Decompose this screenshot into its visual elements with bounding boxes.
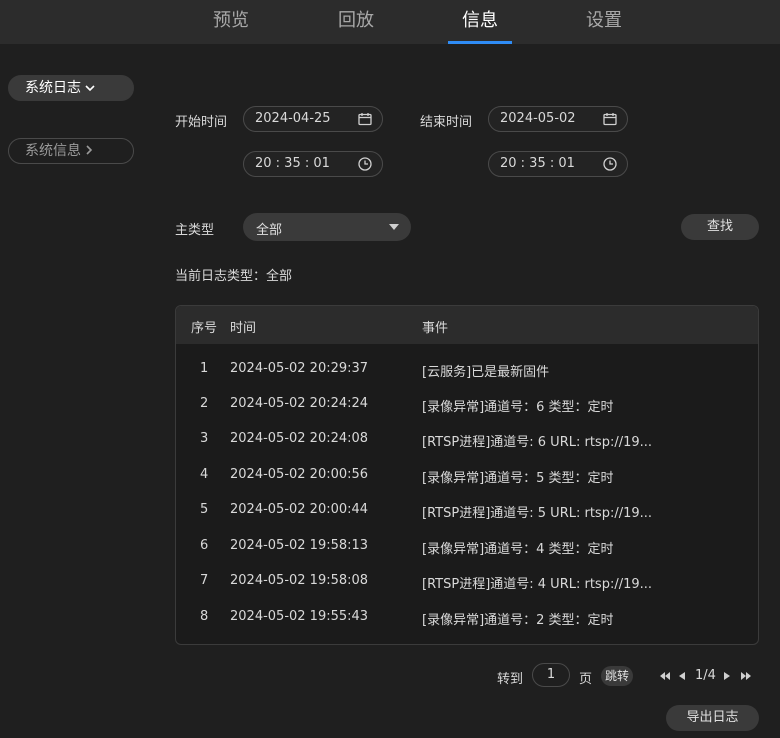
tab-settings[interactable]: 设置 (564, 0, 644, 44)
row-event: [RTSP进程]通道号: 4 URL: rtsp://19... (422, 577, 653, 592)
export-log-button[interactable]: 导出日志 (666, 705, 759, 731)
top-nav-bar: 预览 回放 信息 设置 (0, 0, 780, 44)
end-date-value: 2024-05-02 (500, 111, 576, 126)
log-table: 序号 时间 事件 1 2024-05-02 20:29:37 [云服务]已是最新… (175, 305, 759, 645)
tab-playback[interactable]: 回放 (316, 0, 396, 44)
end-time-label: 结束时间 (420, 115, 473, 130)
row-time: 2024-05-02 19:58:13 (230, 538, 369, 553)
table-row[interactable]: 4 2024-05-02 20:00:56 [录像异常]通道号：5 类型：定时 (176, 459, 758, 494)
row-event: [RTSP进程]通道号: 5 URL: rtsp://19... (422, 506, 653, 521)
row-time: 2024-05-02 19:55:43 (230, 609, 369, 624)
table-row[interactable]: 8 2024-05-02 19:55:43 [录像异常]通道号：2 类型：定时 (176, 601, 758, 636)
chevron-right-icon (85, 139, 93, 163)
start-time-value: 20 : 35 : 01 (255, 156, 330, 171)
tab-info[interactable]: 信息 (440, 0, 520, 44)
page-input[interactable]: 1 (532, 663, 570, 687)
main-type-select[interactable]: 全部 (243, 213, 411, 241)
row-index: 8 (200, 609, 209, 624)
row-time: 2024-05-02 20:29:37 (230, 361, 369, 376)
clock-icon[interactable] (358, 157, 372, 171)
table-header: 序号 时间 事件 (176, 306, 758, 344)
row-index: 7 (200, 573, 209, 588)
tab-preview[interactable]: 预览 (191, 0, 271, 44)
goto-label: 转到 (497, 672, 524, 687)
start-date-value: 2024-04-25 (255, 111, 331, 126)
row-event: [录像异常]通道号：4 类型：定时 (422, 542, 614, 557)
start-time-label: 开始时间 (175, 115, 228, 130)
sidebar-item-label: 系统信息 (25, 143, 81, 159)
column-header-event: 事件 (422, 321, 449, 336)
calendar-icon[interactable] (358, 112, 372, 126)
row-time: 2024-05-02 20:00:56 (230, 467, 369, 482)
table-row[interactable]: 1 2024-05-02 20:29:37 [云服务]已是最新固件 (176, 353, 758, 388)
prev-page-icon[interactable] (678, 670, 688, 680)
row-time: 2024-05-02 20:24:08 (230, 431, 369, 446)
start-time-field[interactable]: 20 : 35 : 01 (243, 151, 383, 177)
current-log-type: 当前日志类型：全部 (175, 269, 293, 284)
row-index: 4 (200, 467, 209, 482)
end-time-value: 20 : 35 : 01 (500, 156, 575, 171)
jump-button[interactable]: 跳转 (601, 666, 633, 686)
end-time-field[interactable]: 20 : 35 : 01 (488, 151, 628, 177)
row-index: 2 (200, 396, 209, 411)
row-event: [录像异常]通道号：2 类型：定时 (422, 613, 614, 628)
row-event: [云服务]已是最新固件 (422, 365, 550, 380)
row-event: [录像异常]通道号：6 类型：定时 (422, 400, 614, 415)
end-date-field[interactable]: 2024-05-02 (488, 106, 628, 132)
table-row[interactable]: 3 2024-05-02 20:24:08 [RTSP进程]通道号: 6 URL… (176, 423, 758, 458)
sidebar-item-system-info[interactable]: 系统信息 (8, 138, 134, 164)
row-index: 3 (200, 431, 209, 446)
column-header-time: 时间 (230, 321, 257, 336)
sidebar-item-label: 系统日志 (25, 80, 81, 96)
row-time: 2024-05-02 20:24:24 (230, 396, 369, 411)
sidebar-item-system-log[interactable]: 系统日志 (8, 75, 134, 101)
page-unit-label: 页 (579, 672, 593, 687)
table-row[interactable]: 6 2024-05-02 19:58:13 [录像异常]通道号：4 类型：定时 (176, 530, 758, 565)
table-row[interactable]: 2 2024-05-02 20:24:24 [录像异常]通道号：6 类型：定时 (176, 388, 758, 423)
row-event: [录像异常]通道号：5 类型：定时 (422, 471, 614, 486)
page-status: 1/4 (695, 668, 716, 683)
next-page-icon[interactable] (723, 670, 733, 680)
row-index: 6 (200, 538, 209, 553)
column-header-index: 序号 (191, 321, 218, 336)
row-time: 2024-05-02 20:00:44 (230, 502, 369, 517)
clock-icon[interactable] (603, 157, 617, 171)
calendar-icon[interactable] (603, 112, 617, 126)
row-index: 1 (200, 361, 209, 376)
search-button[interactable]: 查找 (681, 214, 759, 240)
table-row[interactable]: 7 2024-05-02 19:58:08 [RTSP进程]通道号: 4 URL… (176, 565, 758, 600)
row-event: [RTSP进程]通道号: 6 URL: rtsp://19... (422, 435, 653, 450)
chevron-down-icon (85, 76, 95, 100)
first-page-icon[interactable] (659, 670, 670, 680)
start-date-field[interactable]: 2024-04-25 (243, 106, 383, 132)
main-type-value: 全部 (256, 223, 283, 238)
table-row[interactable]: 5 2024-05-02 20:00:44 [RTSP进程]通道号: 5 URL… (176, 494, 758, 529)
last-page-icon[interactable] (740, 670, 751, 680)
row-time: 2024-05-02 19:58:08 (230, 573, 369, 588)
row-index: 5 (200, 502, 209, 517)
main-type-label: 主类型 (175, 223, 215, 238)
dropdown-arrow-icon (389, 224, 399, 230)
